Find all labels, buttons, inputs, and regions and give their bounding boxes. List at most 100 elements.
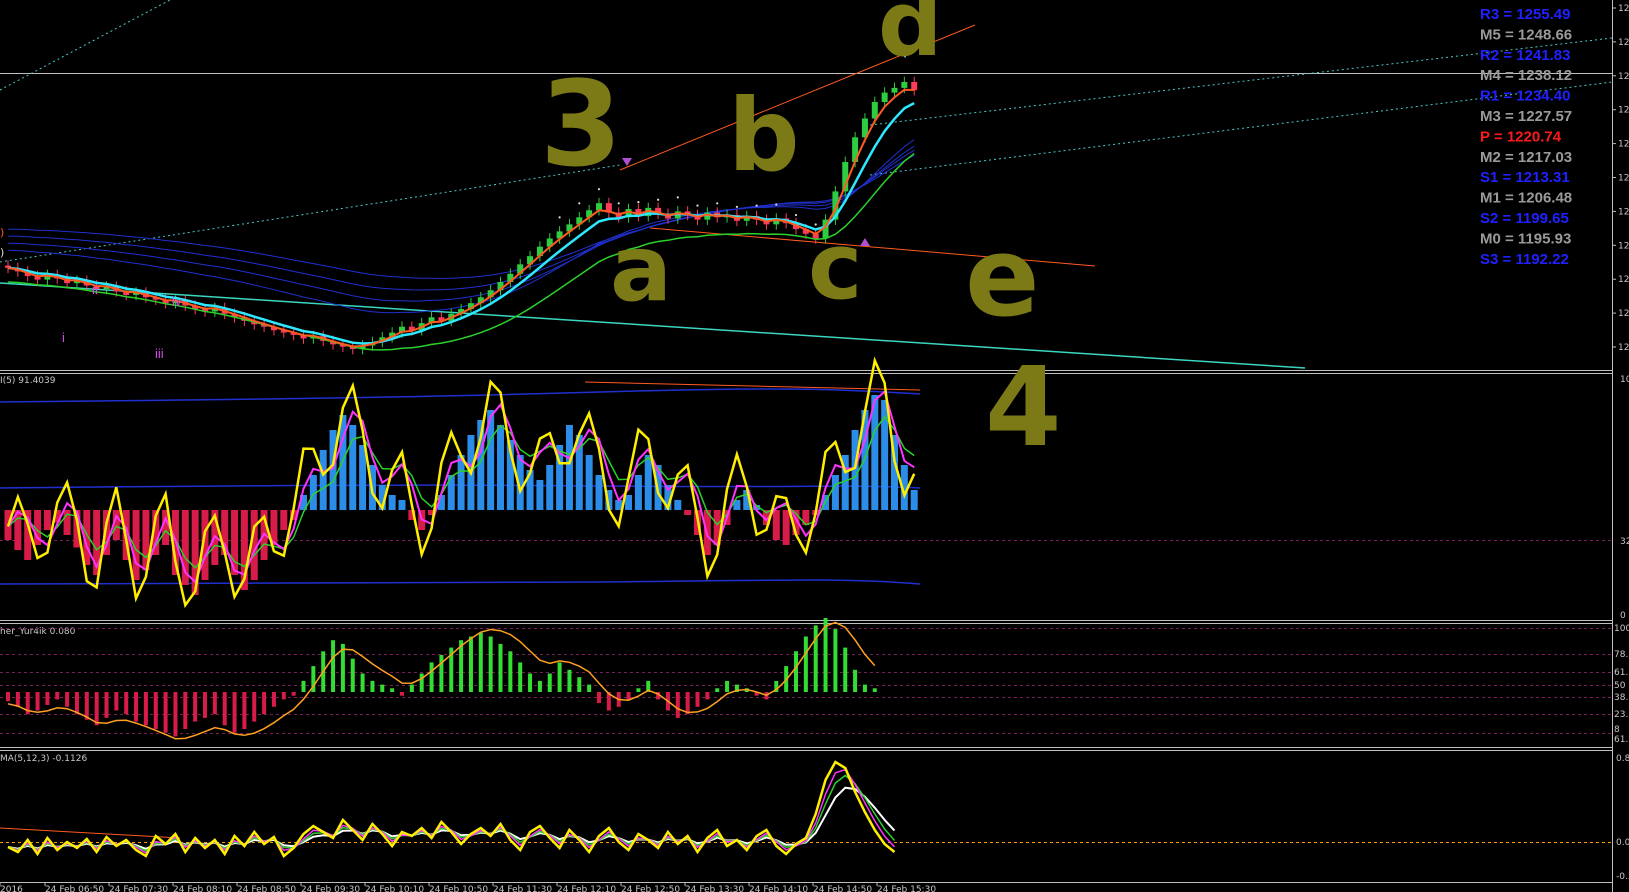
- fisher-histogram-bar: [35, 692, 40, 711]
- fisher-tick-label: 61.0: [1614, 735, 1629, 745]
- candle-body: [871, 102, 878, 119]
- pivot-level-label: M0 = 1195.93: [1480, 230, 1571, 247]
- rsi-panel-label: I(5) 91.4039: [0, 376, 56, 386]
- fisher-tick-label: 100: [1614, 624, 1629, 634]
- pivot-level-label: S3 = 1192.22: [1480, 251, 1569, 268]
- fisher-tick-label: 61.8: [1614, 668, 1629, 678]
- candle-body: [891, 87, 898, 93]
- rsi-tick-label: 32: [1620, 537, 1629, 547]
- rsi-histogram-bar: [280, 510, 288, 530]
- rsi-histogram-bar: [457, 455, 465, 510]
- fisher-histogram-bar: [872, 688, 877, 692]
- fisher-histogram-bar: [173, 692, 178, 737]
- fisher-histogram-bar: [843, 647, 848, 692]
- rsi-axis: 100 32 0: [1620, 375, 1629, 621]
- pivot-level-label: R2 = 1241.83: [1480, 47, 1571, 64]
- pivot-level-label: R1 = 1234.40: [1480, 88, 1571, 105]
- annotation-c: c: [808, 213, 863, 320]
- pivot-level-label: R3 = 1255.49: [1480, 6, 1571, 23]
- fisher-histogram-bar: [143, 692, 148, 726]
- handwritten-annotations: 3 b a c e 4 d: [540, 0, 1062, 471]
- price-tick-label: 123: [1618, 207, 1629, 217]
- psar-dot: [716, 202, 719, 205]
- macd-panel: MA(5,12,3) -0.1126: [0, 754, 1612, 843]
- price-tick-label: 124: [1618, 72, 1629, 82]
- candle: [44, 269, 51, 285]
- macd-panel-label: MA(5,12,3) -0.1126: [0, 754, 87, 764]
- rsi-histogram-bar: [674, 500, 682, 510]
- fisher-histogram-bar: [55, 692, 60, 700]
- fisher-histogram-bar: [84, 692, 89, 720]
- macd-axis: 0.83 0.00 -0.3: [1616, 754, 1629, 882]
- psar-dot: [696, 204, 699, 207]
- fisher-histogram-bar: [350, 658, 355, 692]
- pivot-level-label: P = 1220.74: [1480, 128, 1562, 145]
- pivot-level-label: M2 = 1217.03: [1480, 149, 1572, 166]
- fisher-histogram-bar: [212, 692, 217, 715]
- fisher-histogram-bar: [183, 692, 188, 729]
- psar-dot: [775, 203, 778, 206]
- price-tick-label: 122: [1618, 275, 1629, 285]
- price-tick-label: 124: [1618, 38, 1629, 48]
- price-axis: 124 124 124 124 123 123 123 123 122 122 122: [1612, 4, 1629, 353]
- panel-borders: [0, 0, 1613, 892]
- price-tick-label: 123: [1618, 241, 1629, 251]
- time-tick-label: 24 Feb 13:30: [685, 885, 744, 892]
- fisher-tick-label: 23.6: [1614, 710, 1629, 720]
- fisher-histogram-bar: [252, 692, 257, 722]
- candle-body: [901, 82, 908, 88]
- fisher-histogram-bar: [203, 692, 207, 718]
- time-tick-label: 24 Feb 10:10: [365, 885, 424, 892]
- macd-magenta-line: [7, 768, 896, 854]
- wave-label-iv: iv: [172, 294, 182, 309]
- macd-tick-label: -0.3: [1616, 872, 1629, 882]
- fisher-histogram-bar: [862, 684, 867, 692]
- wave-label-i: i: [62, 330, 65, 345]
- rsi-histogram-bar: [43, 510, 51, 530]
- fisher-histogram-bar: [705, 692, 710, 700]
- rsi-histogram-bar: [585, 455, 593, 510]
- rsi-histogram-bar: [634, 475, 642, 510]
- fisher-histogram-bar: [15, 692, 20, 707]
- psar-dot: [617, 202, 620, 205]
- time-tick-label: 24 Feb 09:30: [301, 885, 360, 892]
- pivot-level-label: M3 = 1227.57: [1480, 108, 1572, 125]
- fisher-histogram-bar: [45, 692, 50, 705]
- annotation-d: d: [878, 0, 942, 77]
- fisher-histogram-bar: [557, 662, 562, 692]
- annotation-e: e: [965, 213, 1040, 341]
- time-tick-label: 24 Feb 07:30: [109, 885, 168, 892]
- dotted-trend-lines[interactable]: [0, 0, 1613, 263]
- fisher-histogram-bar: [636, 688, 641, 692]
- trading-chart[interactable]: i ii iii iv ) ) 3 b a c e 4 d R3 = 1255.…: [0, 0, 1629, 892]
- fisher-histogram-bar: [715, 688, 720, 692]
- rsi-histogram-bar: [546, 465, 554, 510]
- fisher-histogram-bar: [675, 692, 680, 718]
- fisher-histogram-bar: [577, 677, 582, 692]
- fisher-histogram-bar: [587, 684, 592, 692]
- fisher-histogram-bar: [291, 692, 296, 696]
- annotation-b: b: [728, 77, 800, 194]
- rsi-histogram-bar: [565, 425, 573, 510]
- fisher-histogram-bar: [803, 636, 808, 692]
- psar-dot: [735, 205, 739, 208]
- rsi-tick-label: 100: [1620, 375, 1629, 385]
- fisher-histogram-bar: [488, 636, 493, 692]
- time-tick-label: 24 Feb 14:10: [749, 885, 808, 892]
- fisher-histogram-bar: [331, 640, 336, 692]
- fisher-histogram-bar: [409, 684, 414, 692]
- fisher-histogram-bar: [528, 673, 533, 692]
- fisher-histogram-bar: [193, 692, 198, 722]
- fisher-histogram-bar: [104, 692, 109, 718]
- fisher-histogram-bar: [833, 629, 838, 692]
- fisher-histogram-bar: [626, 692, 631, 700]
- rsi-histogram-bar: [388, 495, 396, 510]
- rsi-histogram-bar: [398, 500, 406, 510]
- rsi-histogram-bar: [644, 455, 652, 510]
- fisher-histogram-bar: [498, 643, 503, 692]
- pivot-level-label: M5 = 1248.66: [1480, 26, 1572, 43]
- fisher-histogram-bar: [429, 662, 434, 692]
- rsi-histogram-bar: [684, 510, 692, 515]
- fisher-histogram-bar: [685, 692, 690, 715]
- fisher-histogram-bar: [124, 692, 129, 715]
